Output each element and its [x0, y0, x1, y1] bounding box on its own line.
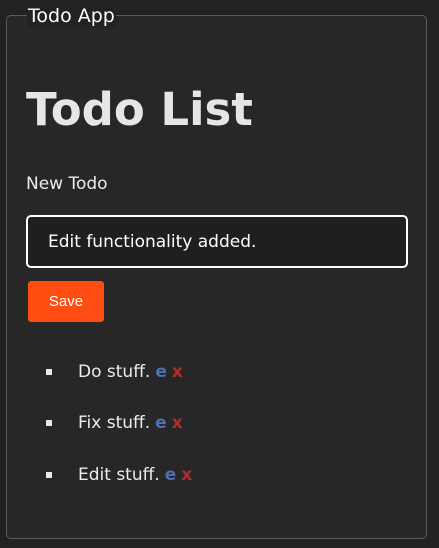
save-button[interactable]: Save — [28, 281, 104, 322]
bullet-icon — [46, 472, 52, 478]
todo-item: Fix stuff. e x — [46, 411, 183, 435]
edit-todo-link[interactable]: e — [155, 413, 167, 433]
delete-todo-link[interactable]: x — [172, 413, 183, 433]
todo-item: Edit stuff. e x — [46, 463, 192, 487]
new-todo-input[interactable] — [26, 215, 408, 268]
new-todo-label: New Todo — [26, 174, 108, 194]
edit-todo-link[interactable]: e — [165, 465, 177, 485]
todo-text: Fix stuff. — [78, 413, 151, 433]
panel-legend: Todo App — [27, 5, 116, 27]
bullet-icon — [46, 369, 52, 375]
page-title: Todo List — [26, 83, 253, 136]
edit-todo-link[interactable]: e — [155, 362, 167, 382]
todo-text: Edit stuff. — [78, 465, 160, 485]
delete-todo-link[interactable]: x — [172, 362, 183, 382]
delete-todo-link[interactable]: x — [181, 465, 192, 485]
todo-item: Do stuff. e x — [46, 360, 183, 384]
bullet-icon — [46, 420, 52, 426]
todo-text: Do stuff. — [78, 362, 151, 382]
